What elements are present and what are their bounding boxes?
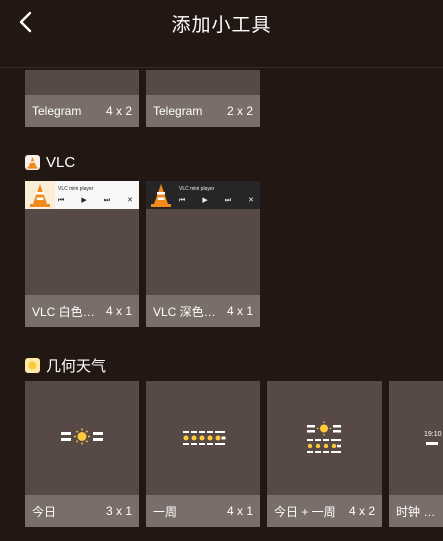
widget-name: 时钟 + 今 [396,504,436,519]
widget-size: 4 x 1 [105,304,132,318]
widget-size: 4 x 1 [226,504,253,518]
widget-card-weather-week[interactable]: 一周 4 x 1 [146,381,260,527]
preview-time: 19:10 [424,431,442,438]
section-title: VLC [46,154,76,171]
widget-card-footer: Telegram 4 x 2 [25,95,139,127]
page-title: 添加小工具 [171,15,272,36]
widget-size: 2 x 2 [226,104,253,118]
player-title: VLC mini player [58,186,94,192]
widget-size: 4 x 2 [105,104,132,118]
close-icon: ✕ [248,197,254,204]
widget-card-footer: 今日 + 一周 4 x 2 [267,495,382,527]
widget-card-footer: VLC 深色小… 4 x 1 [146,295,260,327]
widget-name: Telegram [153,104,203,118]
weather-week-preview-icon [183,431,226,445]
play-icon: ▶ [81,197,87,204]
widget-size: 4 x 2 [348,504,375,518]
vlc-app-icon [25,155,40,170]
vlc-mini-player-preview: VLC mini player ⏮ ▶ ⏭ ✕ [146,181,260,209]
section-header-vlc: VLC [25,154,75,171]
widget-size: 3 x 1 [105,504,132,518]
vlc-cone-icon [146,181,176,209]
widget-name: 今日 [32,504,57,519]
player-title: VLC mini player [179,186,215,192]
vlc-cone-icon [25,181,55,209]
close-icon: ✕ [127,197,133,204]
previous-icon: ⏮ [179,197,186,204]
widget-card-weather-today[interactable]: 今日 3 x 1 [25,381,139,527]
widget-name: VLC 深色小… [153,304,227,319]
widget-card-footer: Telegram 2 x 2 [146,95,260,127]
widget-card-vlc-dark[interactable]: VLC mini player ⏮ ▶ ⏭ ✕ VLC 深色小… 4 x 1 [146,181,260,327]
weather-app-icon [25,358,40,373]
widget-name: 今日 + 一周 [274,504,336,519]
weather-today-preview-icon [61,428,103,445]
preview-bar [426,442,438,445]
widget-card-footer: 今日 3 x 1 [25,495,139,527]
weather-today-week-preview-icon [307,421,341,453]
widget-card-vlc-white[interactable]: VLC mini player ⏮ ▶ ⏭ ✕ VLC 白色小… 4 x 1 [25,181,139,327]
widget-size: 4 x 1 [226,304,253,318]
next-icon: ⏭ [103,197,111,204]
widget-name: VLC 白色小… [32,304,106,319]
vlc-mini-player-preview: VLC mini player ⏮ ▶ ⏭ ✕ [25,181,139,209]
widget-card-footer: VLC 白色小… 4 x 1 [25,295,139,327]
widget-card-footer: 时钟 + 今 [389,495,443,527]
widget-card-weather-clock-today[interactable]: 19:10 时钟 + 今 [389,381,443,527]
widget-card-footer: 一周 4 x 1 [146,495,260,527]
widget-name: Telegram [32,104,82,118]
play-icon: ▶ [202,197,208,204]
widget-card-weather-today-week[interactable]: 今日 + 一周 4 x 2 [267,381,382,527]
section-title: 几何天气 [46,358,107,375]
top-app-bar: 添加小工具 [0,0,443,68]
widget-name: 一周 [153,504,178,519]
section-header-weather: 几何天气 [25,355,106,376]
widget-card-telegram-2x2[interactable]: Telegram 2 x 2 [146,70,260,127]
previous-icon: ⏮ [58,197,65,204]
next-icon: ⏭ [224,197,232,204]
widget-card-telegram-4x2[interactable]: Telegram 4 x 2 [25,70,139,127]
